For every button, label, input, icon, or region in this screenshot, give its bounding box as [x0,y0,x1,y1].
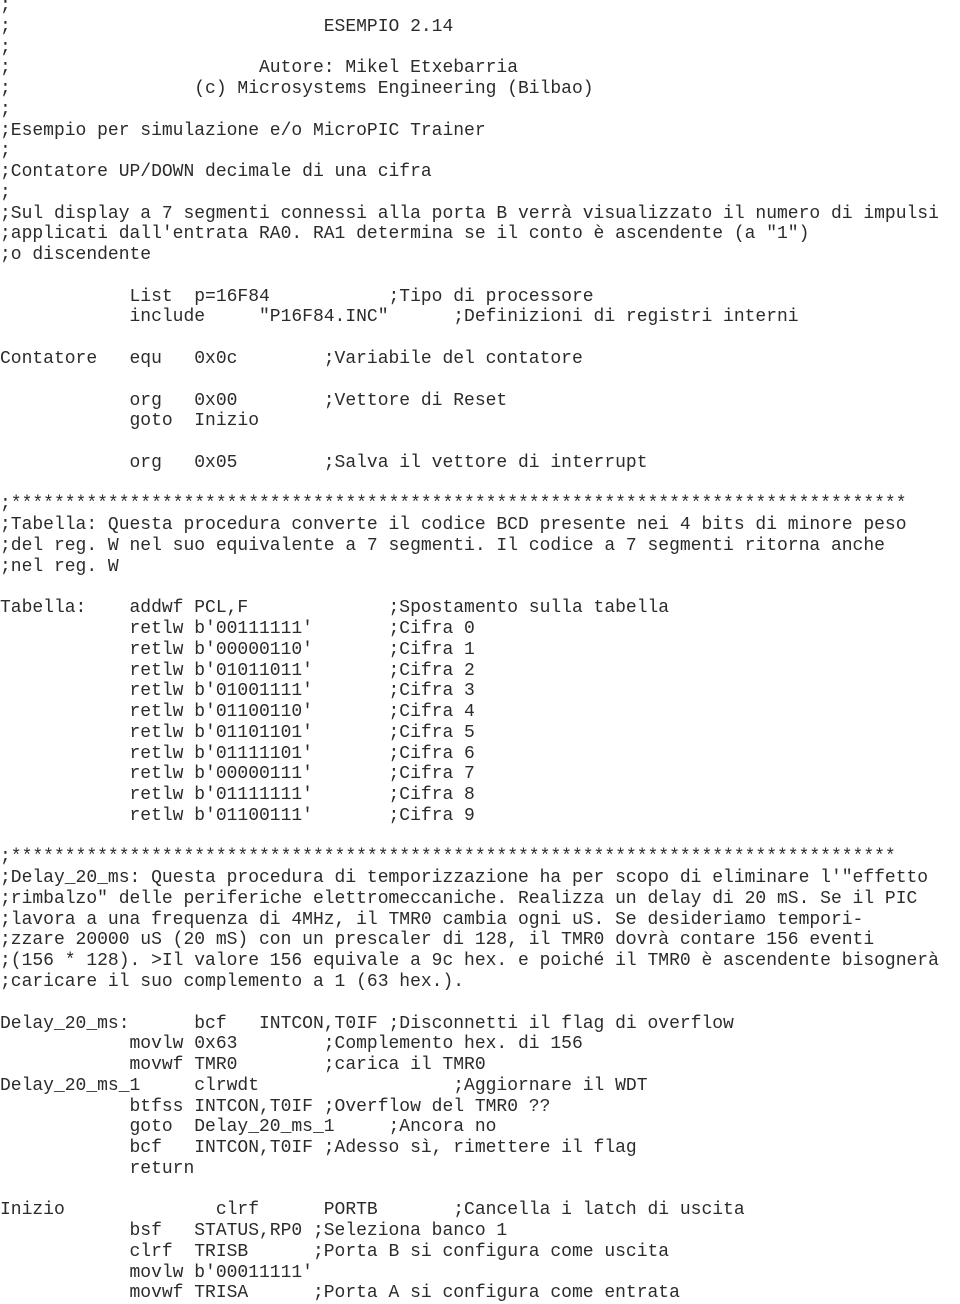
code-line: retlw b'01001111' ;Cifra 3 [0,681,475,702]
comment-line: ; [0,141,11,162]
code-line: org 0x00 ;Vettore di Reset [0,390,508,411]
code-line: retlw b'00111111' ;Cifra 0 [0,618,475,639]
code-line: retlw b'01011011' ;Cifra 2 [0,660,475,681]
code-line: retlw b'01100111' ;Cifra 9 [0,805,475,826]
comment-line: ; [0,99,11,120]
code-line: retlw b'01111111' ;Cifra 8 [0,785,475,806]
comment-line: ;o discendente [0,245,152,266]
comment-line: ; [0,0,11,16]
code-line: movlw b'00011111' [0,1262,313,1283]
code-line: bsf STATUS,RP0 ;Seleziona banco 1 [0,1221,508,1242]
code-line: Contatore equ 0x0c ;Variabile del contat… [0,349,583,370]
code-line: Delay_20_ms_1 clrwdt ;Aggiornare il WDT [0,1075,648,1096]
comment-line: ;zzare 20000 uS (20 mS) con un prescaler… [0,930,875,951]
comment-line: ;Delay_20_ms: Questa procedura di tempor… [0,868,929,889]
comment-line: ;***************************************… [0,847,896,868]
comment-line: ;rimbalzo" delle periferiche elettromecc… [0,888,918,909]
code-line: org 0x05 ;Salva il vettore di interrupt [0,452,648,473]
comment-line: ;Contatore UP/DOWN decimale di una cifra [0,162,432,183]
code-line: Inizio clrf PORTB ;Cancella i latch di u… [0,1200,745,1221]
code-line: List p=16F84 ;Tipo di processore [0,286,594,307]
code-line: Delay_20_ms: bcf INTCON,T0IF ;Disconnett… [0,1013,734,1034]
comment-line: ;Sul display a 7 segmenti connessi alla … [0,203,939,224]
code-line: retlw b'01101101' ;Cifra 5 [0,722,475,743]
code-line: goto Inizio [0,411,260,432]
code-line: goto Delay_20_ms_1 ;Ancora no [0,1117,497,1138]
comment-line: ; [0,37,11,58]
comment-line: ;(156 * 128). >Il valore 156 equivale a … [0,951,939,972]
code-line: retlw b'00000111' ;Cifra 7 [0,764,475,785]
code-line: retlw b'00000110' ;Cifra 1 [0,639,475,660]
comment-line: ; Autore: Mikel Etxebarria [0,58,519,79]
comment-line: ;lavora a una frequenza di 4MHz, il TMR0… [0,909,864,930]
comment-line: ;caricare il suo complemento a 1 (63 hex… [0,971,465,992]
comment-line: ;del reg. W nel suo equivalente a 7 segm… [0,535,885,556]
assembly-listing: ;; ESEMPIO 2.14;; Autore: Mikel Etxebarr… [0,0,939,1304]
code-line: btfss INTCON,T0IF ;Overflow del TMR0 ?? [0,1096,551,1117]
code-line: bcf INTCON,T0IF ;Adesso sì, rimettere il… [0,1138,637,1159]
code-line: include "P16F84.INC" ;Definizioni di reg… [0,307,799,328]
comment-line: ;***************************************… [0,494,907,515]
comment-line: ; (c) Microsystems Engineering (Bilbao) [0,79,594,100]
comment-line: ;nel reg. W [0,556,119,577]
code-line: retlw b'01111101' ;Cifra 6 [0,743,475,764]
code-line: retlw b'01100110' ;Cifra 4 [0,702,475,723]
code-line: return [0,1158,195,1179]
code-line: movwf TMR0 ;carica il TMR0 [0,1055,486,1076]
comment-line: ;applicati dall'entrata RA0. RA1 determi… [0,224,810,245]
code-line: clrf TRISB ;Porta B si configura come us… [0,1241,670,1262]
code-line: Tabella: addwf PCL,F ;Spostamento sulla … [0,598,670,619]
code-line: movlw 0x63 ;Complemento hex. di 156 [0,1034,583,1055]
comment-line: ; [0,182,11,203]
comment-line: ; ESEMPIO 2.14 [0,16,454,37]
comment-line: ;Tabella: Questa procedura converte il c… [0,515,907,536]
comment-line: ;Esempio per simulazione e/o MicroPIC Tr… [0,120,486,141]
code-line: movwf TRISA ;Porta A si configura come e… [0,1283,680,1304]
